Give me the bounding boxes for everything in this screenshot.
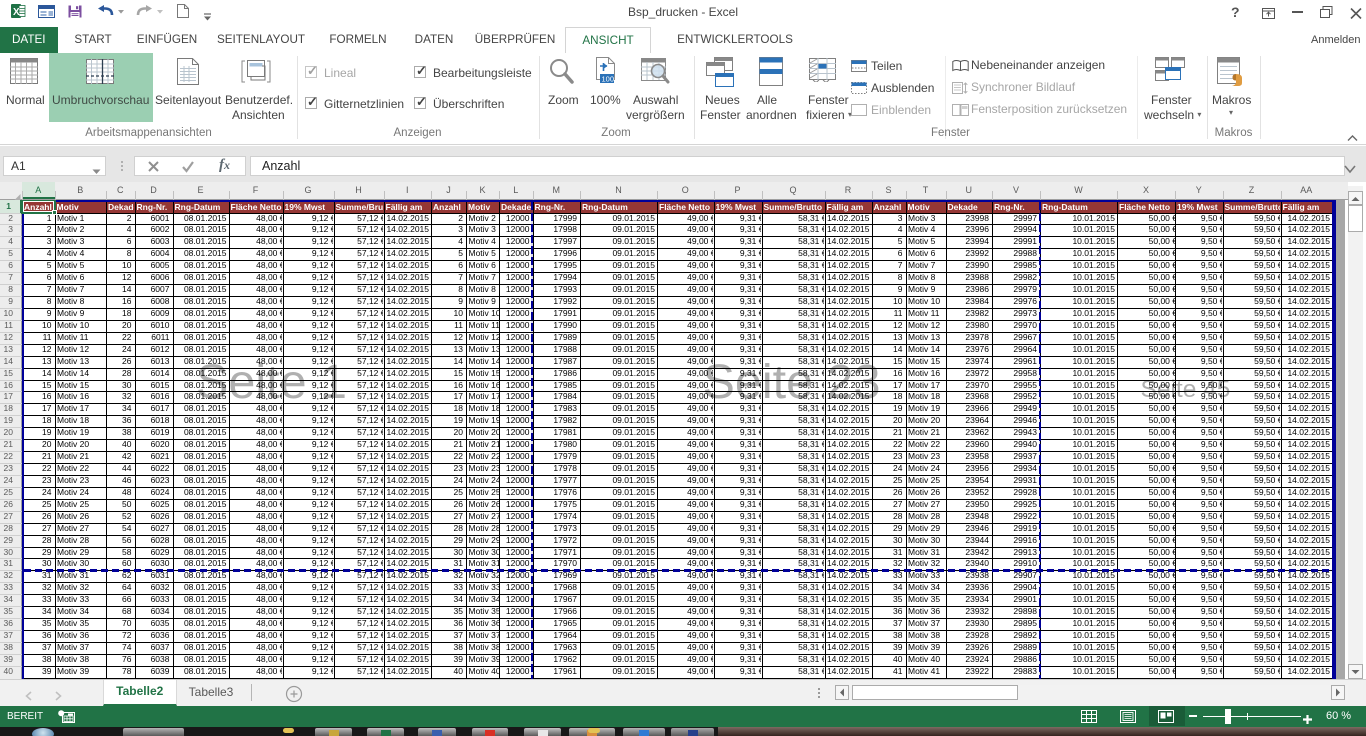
svg-text:?: ?: [1231, 4, 1240, 19]
svg-text:100: 100: [602, 75, 615, 84]
